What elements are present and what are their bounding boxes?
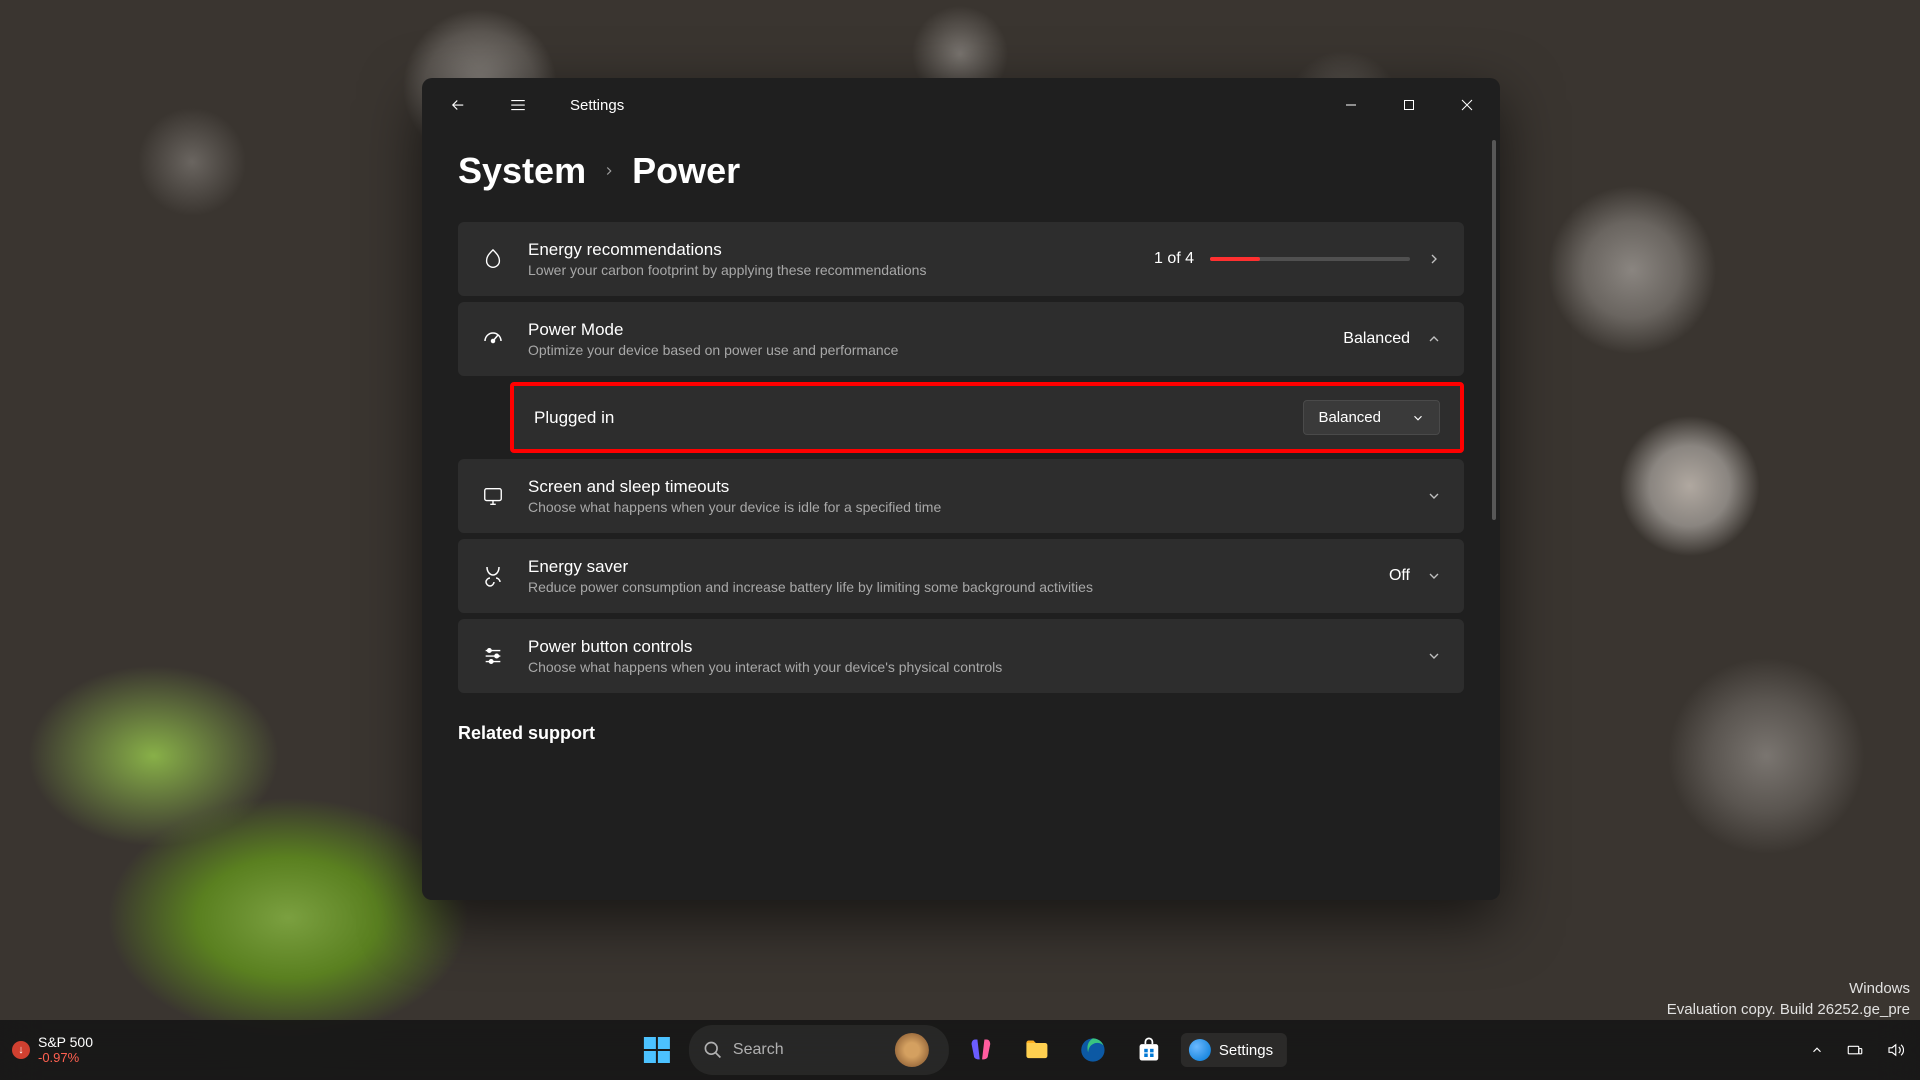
window-title: Settings bbox=[570, 97, 624, 114]
nav-menu-button[interactable] bbox=[498, 85, 538, 125]
tray-overflow[interactable] bbox=[1806, 1039, 1828, 1061]
volume-icon bbox=[1886, 1041, 1904, 1059]
taskbar-copilot[interactable] bbox=[957, 1026, 1005, 1074]
minimize-icon bbox=[1345, 99, 1357, 111]
titlebar: Settings bbox=[422, 78, 1500, 132]
close-icon bbox=[1461, 99, 1473, 111]
card-subtitle: Optimize your device based on power use … bbox=[528, 342, 1321, 358]
tray-network[interactable] bbox=[1842, 1037, 1868, 1063]
search-placeholder: Search bbox=[733, 1041, 784, 1059]
screen-sleep-card[interactable]: Screen and sleep timeouts Choose what ha… bbox=[458, 459, 1464, 533]
chevron-up-icon bbox=[1810, 1043, 1824, 1057]
power-mode-value: Balanced bbox=[1343, 330, 1410, 348]
running-app-label: Settings bbox=[1219, 1042, 1273, 1059]
chevron-down-icon bbox=[1426, 648, 1442, 664]
start-button[interactable] bbox=[633, 1026, 681, 1074]
taskbar-file-explorer[interactable] bbox=[1013, 1026, 1061, 1074]
chevron-up-icon bbox=[1426, 331, 1442, 347]
chevron-down-icon bbox=[1411, 411, 1425, 425]
chevron-down-icon bbox=[1426, 568, 1442, 584]
card-title: Power Mode bbox=[528, 320, 1321, 340]
stock-down-icon: ↓ bbox=[12, 1041, 30, 1059]
minimize-button[interactable] bbox=[1322, 85, 1380, 125]
progress-fill bbox=[1210, 257, 1260, 261]
dropdown-value: Balanced bbox=[1318, 409, 1381, 426]
settings-window: Settings System Power bbox=[422, 78, 1500, 900]
card-title: Screen and sleep timeouts bbox=[528, 477, 1404, 497]
taskbar: ↓ S&P 500 -0.97% Search bbox=[0, 1020, 1920, 1080]
monitor-icon bbox=[480, 483, 506, 509]
plugged-in-row-highlighted: Plugged in Balanced bbox=[510, 382, 1464, 453]
scrollbar[interactable] bbox=[1492, 140, 1496, 520]
search-highlight-icon bbox=[895, 1033, 929, 1067]
power-mode-card[interactable]: Power Mode Optimize your device based on… bbox=[458, 302, 1464, 376]
energy-recommendations-card[interactable]: Energy recommendations Lower your carbon… bbox=[458, 222, 1464, 296]
search-icon bbox=[703, 1040, 723, 1060]
folder-icon bbox=[1023, 1036, 1051, 1064]
hamburger-icon bbox=[509, 96, 527, 114]
card-title: Energy recommendations bbox=[528, 240, 1132, 260]
network-icon bbox=[1846, 1041, 1864, 1059]
leaf-icon bbox=[480, 246, 506, 272]
edge-icon bbox=[1079, 1036, 1107, 1064]
progress-bar bbox=[1210, 257, 1410, 261]
card-subtitle: Choose what happens when you interact wi… bbox=[528, 659, 1404, 675]
breadcrumb-current: Power bbox=[632, 150, 740, 192]
energy-saver-value: Off bbox=[1389, 567, 1410, 585]
sliders-icon bbox=[480, 643, 506, 669]
card-subtitle: Reduce power consumption and increase ba… bbox=[528, 579, 1367, 595]
related-support-header: Related support bbox=[458, 723, 1464, 744]
stock-name: S&P 500 bbox=[38, 1035, 93, 1050]
breadcrumb: System Power bbox=[458, 150, 1464, 192]
plugged-in-label: Plugged in bbox=[534, 408, 1303, 428]
stock-change: -0.97% bbox=[38, 1051, 93, 1065]
chevron-down-icon bbox=[1426, 488, 1442, 504]
windows-watermark: Windows Evaluation copy. Build 26252.ge_… bbox=[1667, 978, 1910, 1020]
watermark-line1: Windows bbox=[1667, 978, 1910, 999]
breadcrumb-system[interactable]: System bbox=[458, 150, 586, 192]
card-subtitle: Choose what happens when your device is … bbox=[528, 499, 1404, 515]
power-button-controls-card[interactable]: Power button controls Choose what happen… bbox=[458, 619, 1464, 693]
watermark-line2: Evaluation copy. Build 26252.ge_pre bbox=[1667, 999, 1910, 1020]
chevron-right-icon bbox=[602, 164, 616, 178]
plugged-in-dropdown[interactable]: Balanced bbox=[1303, 400, 1440, 435]
maximize-button[interactable] bbox=[1380, 85, 1438, 125]
taskbar-store[interactable] bbox=[1125, 1026, 1173, 1074]
arrow-left-icon bbox=[449, 96, 467, 114]
maximize-icon bbox=[1403, 99, 1415, 111]
card-title: Energy saver bbox=[528, 557, 1367, 577]
leaf-heart-icon bbox=[480, 563, 506, 589]
back-button[interactable] bbox=[438, 85, 478, 125]
taskbar-edge[interactable] bbox=[1069, 1026, 1117, 1074]
taskbar-search[interactable]: Search bbox=[689, 1025, 949, 1075]
settings-app-icon bbox=[1189, 1039, 1211, 1061]
taskbar-settings-app[interactable]: Settings bbox=[1181, 1033, 1287, 1067]
speedometer-icon bbox=[480, 326, 506, 352]
tray-volume[interactable] bbox=[1882, 1037, 1908, 1063]
windows-logo-icon bbox=[644, 1037, 670, 1063]
card-title: Power button controls bbox=[528, 637, 1404, 657]
chevron-right-icon bbox=[1426, 251, 1442, 267]
copilot-icon bbox=[967, 1036, 995, 1064]
energy-saver-card[interactable]: Energy saver Reduce power consumption an… bbox=[458, 539, 1464, 613]
card-subtitle: Lower your carbon footprint by applying … bbox=[528, 262, 1132, 278]
progress-label: 1 of 4 bbox=[1154, 250, 1194, 268]
close-button[interactable] bbox=[1438, 85, 1496, 125]
taskbar-widget-stocks[interactable]: ↓ S&P 500 -0.97% bbox=[12, 1035, 93, 1065]
content-area: System Power Energy recommendations Lowe… bbox=[422, 132, 1500, 900]
store-icon bbox=[1135, 1036, 1163, 1064]
